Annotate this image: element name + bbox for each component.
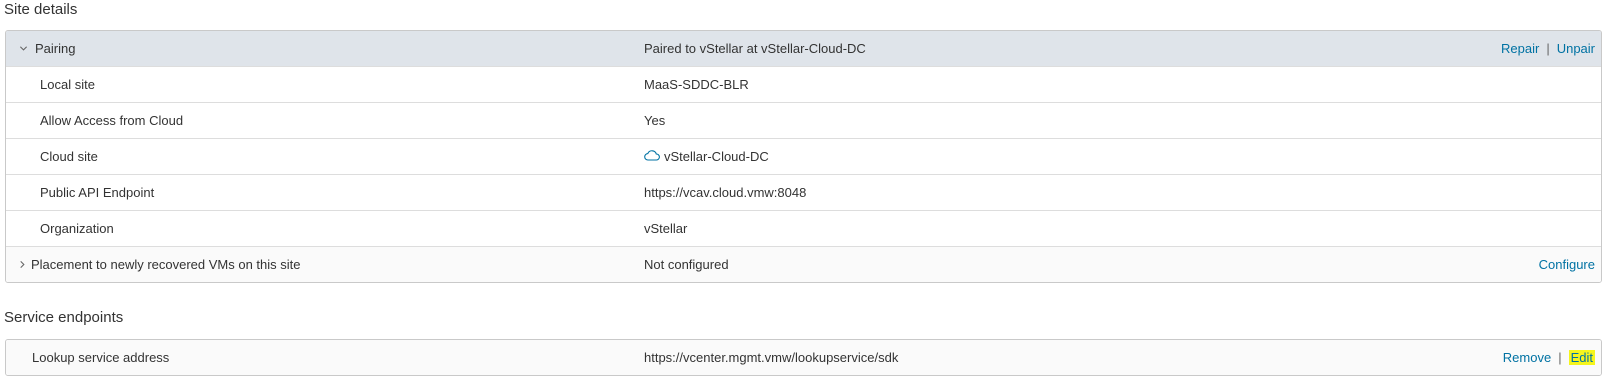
action-separator: | bbox=[1546, 41, 1550, 56]
lookup-service-value: https://vcenter.mgmt.vmw/lookupservice/s… bbox=[644, 350, 899, 365]
pairing-header-row[interactable]: Pairing Paired to vStellar at vStellar-C… bbox=[6, 31, 1601, 67]
public-api-value: https://vcav.cloud.vmw:8048 bbox=[644, 185, 807, 200]
lookup-service-row: Lookup service address https://vcenter.m… bbox=[6, 340, 1601, 375]
placement-row[interactable]: Placement to newly recovered VMs on this… bbox=[6, 247, 1601, 282]
chevron-right-icon[interactable] bbox=[18, 247, 27, 282]
detail-row-local-site: Local site MaaS-SDDC-BLR bbox=[6, 67, 1601, 103]
placement-label: Placement to newly recovered VMs on this… bbox=[31, 257, 301, 272]
site-details-panel: Pairing Paired to vStellar at vStellar-C… bbox=[5, 30, 1602, 283]
cloud-site-value-wrap: vStellar-Cloud-DC bbox=[644, 139, 769, 174]
configure-link[interactable]: Configure bbox=[1539, 257, 1595, 272]
repair-link[interactable]: Repair bbox=[1501, 41, 1539, 56]
site-details-title: Site details bbox=[4, 1, 78, 18]
pairing-actions: Repair | Unpair bbox=[1501, 31, 1595, 66]
edit-link[interactable]: Edit bbox=[1568, 350, 1595, 365]
public-api-label: Public API Endpoint bbox=[40, 185, 155, 200]
organization-label: Organization bbox=[40, 221, 114, 236]
lookup-service-actions: Remove | Edit bbox=[1503, 340, 1595, 375]
placement-value: Not configured bbox=[644, 257, 729, 272]
pairing-label: Pairing bbox=[35, 41, 76, 56]
cloud-site-label: Cloud site bbox=[40, 149, 98, 164]
detail-row-public-api: Public API Endpoint https://vcav.cloud.v… bbox=[6, 175, 1601, 211]
detail-row-organization: Organization vStellar bbox=[6, 211, 1601, 247]
cloud-icon bbox=[644, 139, 660, 174]
chevron-down-icon[interactable] bbox=[19, 31, 28, 66]
unpair-link[interactable]: Unpair bbox=[1557, 41, 1595, 56]
service-endpoints-title: Service endpoints bbox=[4, 309, 124, 326]
local-site-label: Local site bbox=[40, 77, 95, 92]
organization-value: vStellar bbox=[644, 221, 688, 236]
service-endpoints-panel: Lookup service address https://vcenter.m… bbox=[5, 339, 1602, 376]
allow-access-value: Yes bbox=[644, 113, 666, 128]
detail-row-allow-access: Allow Access from Cloud Yes bbox=[6, 103, 1601, 139]
cloud-site-value: vStellar-Cloud-DC bbox=[664, 149, 769, 164]
local-site-value: MaaS-SDDC-BLR bbox=[644, 77, 749, 92]
placement-actions: Configure bbox=[1539, 247, 1595, 282]
pairing-status: Paired to vStellar at vStellar-Cloud-DC bbox=[644, 41, 866, 56]
allow-access-label: Allow Access from Cloud bbox=[40, 113, 184, 128]
remove-link[interactable]: Remove bbox=[1503, 350, 1551, 365]
detail-row-cloud-site: Cloud site vStellar-Cloud-DC bbox=[6, 139, 1601, 175]
action-separator: | bbox=[1558, 350, 1562, 365]
lookup-service-label: Lookup service address bbox=[32, 350, 170, 365]
